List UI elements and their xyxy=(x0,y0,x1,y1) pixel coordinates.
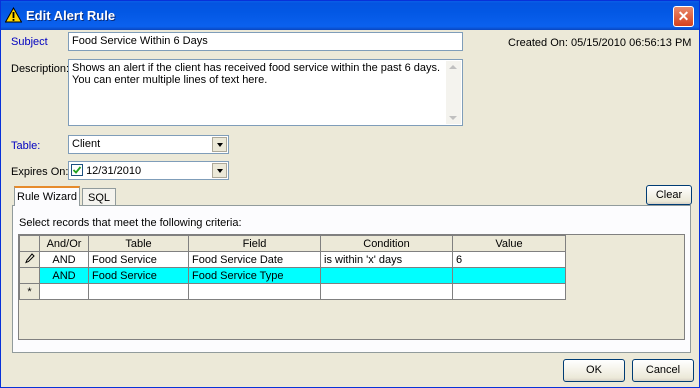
cell-table[interactable] xyxy=(88,283,189,300)
cell-table[interactable]: Food Service xyxy=(88,251,189,268)
close-icon: ✕ xyxy=(677,8,690,24)
subject-value: Food Service Within 6 Days xyxy=(72,35,208,47)
tab-sql-label: SQL xyxy=(87,192,110,204)
close-button[interactable]: ✕ xyxy=(673,6,694,27)
ok-button-label: OK xyxy=(586,364,602,376)
description-line-2: You can enter multiple lines of text her… xyxy=(72,74,268,86)
cell-value[interactable] xyxy=(452,267,566,284)
cell-table[interactable]: Food Service xyxy=(88,267,189,284)
cancel-button[interactable]: Cancel xyxy=(632,359,694,382)
cell-condition[interactable]: is within 'x' days xyxy=(320,251,453,268)
clear-button[interactable]: Clear xyxy=(646,185,692,205)
table-label: Table: xyxy=(11,140,41,152)
expires-on-date-picker[interactable]: 12/31/2010 xyxy=(68,161,229,180)
tab-rule-wizard[interactable]: Rule Wizard xyxy=(14,186,80,206)
chevron-down-icon[interactable] xyxy=(212,137,227,152)
col-header-table[interactable]: Table xyxy=(88,235,189,252)
subject-input[interactable]: Food Service Within 6 Days xyxy=(68,32,463,51)
description-scrollbar[interactable] xyxy=(446,61,461,124)
clear-button-label: Clear xyxy=(655,189,683,201)
warning-icon xyxy=(5,7,22,23)
tab-sql[interactable]: SQL xyxy=(82,188,116,205)
subject-label: Subject xyxy=(11,36,48,48)
cell-value[interactable] xyxy=(452,283,566,300)
chevron-down-icon[interactable] xyxy=(212,163,227,178)
description-textarea[interactable]: Shows an alert if the client has receive… xyxy=(68,59,463,126)
row-indicator[interactable] xyxy=(19,267,40,284)
edit-alert-rule-window: Edit Alert Rule ✕ Subject Food Service W… xyxy=(0,0,700,388)
row-indicator[interactable] xyxy=(19,251,40,268)
grid-header-row: And/Or Table Field Condition Value xyxy=(19,235,566,252)
cell-field[interactable] xyxy=(188,283,321,300)
new-row[interactable]: * xyxy=(19,283,566,300)
created-on-text: Created On: 05/15/2010 06:56:13 PM xyxy=(508,37,692,49)
asterisk-icon: * xyxy=(27,285,32,298)
cell-condition[interactable] xyxy=(320,283,453,300)
expires-on-label: Expires On: xyxy=(11,166,69,178)
table-row[interactable]: AND Food Service Food Service Date is wi… xyxy=(19,251,566,268)
window-title: Edit Alert Rule xyxy=(26,8,116,23)
scroll-up-icon[interactable] xyxy=(449,65,457,69)
table-select[interactable]: Client xyxy=(68,135,229,154)
col-header-andor[interactable]: And/Or xyxy=(39,235,89,252)
cell-condition[interactable] xyxy=(320,267,453,284)
criteria-label: Select records that meet the following c… xyxy=(19,217,242,229)
cell-value[interactable]: 6 xyxy=(452,251,566,268)
new-row-indicator[interactable]: * xyxy=(19,283,40,300)
table-row[interactable]: AND Food Service Food Service Type xyxy=(19,267,566,284)
cancel-button-label: Cancel xyxy=(645,364,681,376)
row-header-corner xyxy=(19,235,40,252)
col-header-field[interactable]: Field xyxy=(188,235,321,252)
cell-field[interactable]: Food Service Date xyxy=(188,251,321,268)
cell-field[interactable]: Food Service Type xyxy=(188,267,321,284)
description-line-1: Shows an alert if the client has receive… xyxy=(72,62,441,74)
title-bar[interactable]: Edit Alert Rule ✕ xyxy=(1,1,699,30)
col-header-value[interactable]: Value xyxy=(452,235,566,252)
expires-checkbox[interactable] xyxy=(71,164,83,176)
pencil-icon xyxy=(24,252,35,263)
cell-andor[interactable] xyxy=(39,283,89,300)
expires-on-value: 12/31/2010 xyxy=(86,165,142,177)
criteria-grid[interactable]: And/Or Table Field Condition Value AND F… xyxy=(19,235,566,300)
cell-andor[interactable]: AND xyxy=(39,267,89,284)
tab-rule-wizard-label: Rule Wizard xyxy=(17,191,77,203)
ok-button[interactable]: OK xyxy=(563,359,625,382)
description-label: Description: xyxy=(11,63,70,75)
col-header-condition[interactable]: Condition xyxy=(320,235,453,252)
cell-andor[interactable]: AND xyxy=(39,251,89,268)
table-select-value: Client xyxy=(72,138,101,150)
scroll-down-icon[interactable] xyxy=(449,116,457,120)
